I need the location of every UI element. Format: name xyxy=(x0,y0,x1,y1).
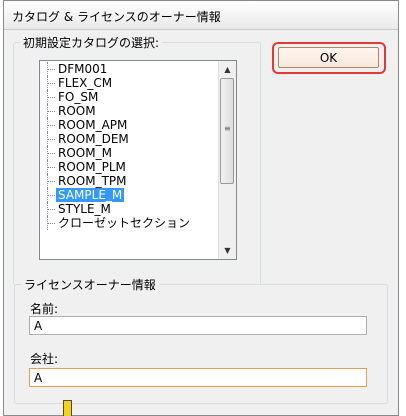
name-field[interactable] xyxy=(29,316,367,335)
tree-branch-line xyxy=(47,125,55,126)
catalog-list-item[interactable]: FLEX_CM xyxy=(41,76,218,90)
catalog-item-label: DFM001 xyxy=(58,62,108,76)
window-title: カタログ & ライセンスのオーナー情報 xyxy=(12,10,221,24)
catalog-group-legend: 初期設定カタログの選択: xyxy=(23,36,160,50)
cursor-marker xyxy=(63,400,72,416)
catalog-list-item[interactable]: SAMPLE_M xyxy=(41,188,218,202)
tree-branch-line xyxy=(47,139,55,140)
catalog-tree: DFM001 FLEX_CM FO_SM ROOM ROOM_APM ROOM_DEM RO… xyxy=(41,62,218,258)
catalog-item-label: ROOM_TPM xyxy=(58,174,127,188)
catalog-item-label: ROOM_PLM xyxy=(58,160,126,174)
catalog-item-label: STYLE_M xyxy=(58,202,111,216)
company-label: 会社: xyxy=(30,352,59,366)
catalog-item-label: ROOM_DEM xyxy=(58,132,129,146)
title-bar[interactable]: カタログ & ライセンスのオーナー情報 xyxy=(4,1,398,30)
catalog-item-label: FLEX_CM xyxy=(58,76,113,90)
catalog-item-label: ROOM_M xyxy=(58,146,112,160)
tree-branch-line xyxy=(47,181,55,182)
name-label: 名前: xyxy=(30,302,59,316)
license-group-legend: ライセンスオーナー情報 xyxy=(24,278,156,292)
catalog-list-item[interactable]: ROOM_DEM xyxy=(41,132,218,146)
tree-branch-line xyxy=(47,209,55,210)
catalog-list-item[interactable]: ROOM_PLM xyxy=(41,160,218,174)
catalog-list-item[interactable]: STYLE_M xyxy=(41,202,218,216)
tree-branch-line xyxy=(47,195,55,196)
company-field[interactable] xyxy=(29,368,367,387)
tree-branch-line xyxy=(47,69,55,70)
catalog-list-item[interactable]: FO_SM xyxy=(41,90,218,104)
catalog-item-label: ROOM_APM xyxy=(58,118,128,132)
catalog-list-item[interactable]: クローゼットセクション xyxy=(41,216,218,230)
ok-button[interactable]: OK xyxy=(278,47,379,68)
catalog-item-label: FO_SM xyxy=(58,90,99,104)
scroll-up-arrow-icon[interactable]: ▲ xyxy=(219,61,236,78)
tree-branch-line xyxy=(47,83,55,84)
catalog-item-label: ROOM xyxy=(58,104,96,118)
vertical-scrollbar[interactable]: ▲ ≡ ▼ xyxy=(218,61,236,259)
tree-branch-line xyxy=(47,167,55,168)
catalog-list-item[interactable]: DFM001 xyxy=(41,62,218,76)
scroll-down-arrow-icon[interactable]: ▼ xyxy=(219,242,236,259)
catalog-list-item[interactable]: ROOM_M xyxy=(41,146,218,160)
catalog-list-item[interactable]: ROOM_APM xyxy=(41,118,218,132)
tree-branch-line xyxy=(47,223,55,224)
catalog-list-item[interactable]: ROOM xyxy=(41,104,218,118)
catalog-list-item[interactable]: ROOM_TPM xyxy=(41,174,218,188)
catalog-item-label: クローゼットセクション xyxy=(58,216,191,230)
scrollbar-thumb[interactable]: ≡ xyxy=(220,78,234,184)
catalog-tree-list[interactable]: DFM001 FLEX_CM FO_SM ROOM ROOM_APM ROOM_DEM RO… xyxy=(39,60,237,260)
catalog-item-label: SAMPLE_M xyxy=(56,188,125,202)
tree-branch-line xyxy=(47,153,55,154)
grip-icon: ≡ xyxy=(224,124,231,133)
tree-branch-line xyxy=(47,97,55,98)
tree-branch-line xyxy=(47,111,55,112)
